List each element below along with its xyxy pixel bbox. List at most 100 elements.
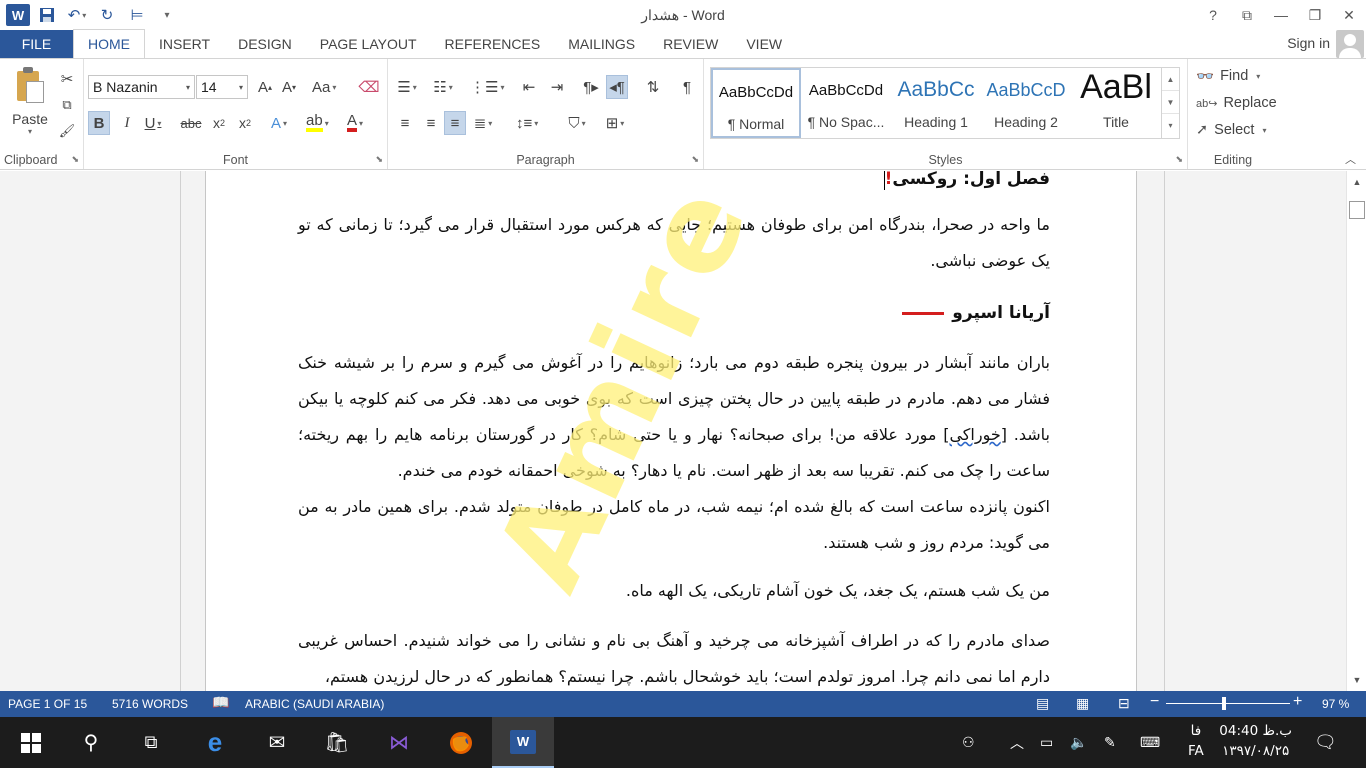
zoom-in-icon[interactable]: +	[1293, 693, 1302, 711]
zoom-slider-thumb[interactable]	[1222, 697, 1227, 710]
bold-button[interactable]: B	[88, 111, 110, 135]
volume-icon[interactable]: 🔈	[1070, 717, 1087, 768]
pen-icon[interactable]: ✎	[1104, 717, 1116, 768]
superscript-button[interactable]: x2	[234, 111, 256, 135]
replace-button[interactable]: ab↪ Replace	[1196, 92, 1277, 114]
scroll-thumb[interactable]	[1349, 201, 1365, 219]
shading-icon[interactable]: ⛉ ▾	[566, 111, 588, 135]
align-center-icon[interactable]: ≡	[420, 111, 442, 135]
tab-page-layout[interactable]: PAGE LAYOUT	[306, 30, 431, 58]
body-paragraph-2[interactable]: اکنون پانزده ساعت است که بالغ شده ام؛ نی…	[298, 489, 1050, 561]
ltr-direction-icon[interactable]: ¶▸	[580, 75, 602, 99]
keyboard-icon[interactable]: ⌨	[1140, 717, 1160, 768]
input-language[interactable]: فا FA	[1188, 721, 1204, 761]
style-heading-1[interactable]: AaBbCc Heading 1	[891, 68, 981, 138]
font-name-select[interactable]: B Nazanin ▾	[88, 75, 195, 99]
undo-icon[interactable]: ↶ ▾	[64, 3, 90, 27]
edge-browser-icon[interactable]: e	[184, 717, 246, 768]
find-button[interactable]: 👓 Find ▾	[1196, 65, 1260, 87]
tab-file[interactable]: FILE	[0, 30, 73, 58]
clipboard-launcher-icon[interactable]: ⬊	[71, 154, 79, 165]
underline-button[interactable]: U ▾	[142, 111, 164, 135]
save-icon[interactable]	[34, 3, 60, 27]
justify-icon[interactable]: ≣ ▾	[472, 111, 494, 135]
style-no-spacing[interactable]: AaBbCcDd ¶ No Spac...	[801, 68, 891, 138]
sign-in-link[interactable]: Sign in	[1287, 35, 1330, 51]
shrink-font-icon[interactable]: A ▾	[278, 75, 300, 99]
battery-icon[interactable]: ▭	[1040, 717, 1053, 768]
highlight-color-icon[interactable]: ab ▾	[306, 111, 329, 135]
system-clock[interactable]: 04:40 ب.ظ ۱۳۹۷/۰۸/۲۵	[1219, 721, 1292, 761]
collapse-ribbon-icon[interactable]: ︿	[1345, 151, 1356, 167]
styles-up-icon[interactable]: ▲	[1162, 68, 1179, 91]
store-icon[interactable]: 🛍	[306, 717, 368, 768]
borders-icon[interactable]: ⊞ ▾	[604, 111, 626, 135]
tab-home[interactable]: HOME	[73, 29, 145, 58]
font-color-icon[interactable]: A ▾	[344, 111, 366, 135]
read-mode-icon[interactable]: ▤	[1036, 695, 1049, 712]
tab-review[interactable]: REVIEW	[649, 30, 732, 58]
proofing-icon[interactable]: 📖	[212, 694, 229, 711]
search-icon[interactable]: ⚲	[60, 717, 122, 768]
word-taskbar-icon[interactable]: W	[492, 717, 554, 768]
task-view-icon[interactable]: ⧉	[120, 717, 182, 768]
document-area[interactable]: فصل اول: روکسی! ما واحه در صحرا، بندرگاه…	[0, 171, 1346, 691]
change-case-icon[interactable]: Aa ▾	[312, 75, 336, 99]
paste-button[interactable]: Paste ▾	[8, 67, 52, 136]
body-paragraph-3[interactable]: من یک شب هستم، یک جغد، یک خون آشام تاریک…	[298, 573, 1050, 609]
increase-indent-icon[interactable]: ⇥	[546, 75, 568, 99]
paragraph-launcher-icon[interactable]: ⬊	[691, 154, 699, 165]
tab-view[interactable]: VIEW	[732, 30, 796, 58]
epigraph-paragraph[interactable]: ما واحه در صحرا، بندرگاه امن برای طوفان …	[298, 207, 1050, 279]
subscript-button[interactable]: x2	[208, 111, 230, 135]
styles-down-icon[interactable]: ▼	[1162, 91, 1179, 114]
firefox-icon[interactable]	[430, 717, 492, 768]
zoom-level[interactable]: 97 %	[1322, 697, 1349, 711]
font-launcher-icon[interactable]: ⬊	[375, 154, 383, 165]
web-layout-icon[interactable]: ⊟	[1118, 695, 1130, 712]
help-icon[interactable]: ?	[1196, 0, 1230, 30]
style-normal[interactable]: AaBbCcDd ¶ Normal	[711, 68, 801, 138]
spelling-error-word[interactable]: خوراکی	[949, 425, 1000, 444]
visual-studio-icon[interactable]: ⋈	[368, 717, 430, 768]
styles-more-icon[interactable]: ▾	[1162, 114, 1179, 137]
rtl-direction-icon[interactable]: ◂¶	[606, 75, 628, 99]
avatar[interactable]	[1336, 30, 1364, 58]
numbering-icon[interactable]: ☷ ▾	[432, 75, 454, 99]
italic-button[interactable]: I	[116, 111, 138, 135]
document-page[interactable]: فصل اول: روکسی! ما واحه در صحرا، بندرگاه…	[205, 171, 1137, 691]
minimize-button[interactable]: —	[1264, 0, 1298, 30]
decrease-indent-icon[interactable]: ⇤	[518, 75, 540, 99]
print-layout-icon[interactable]: ▦	[1076, 695, 1089, 712]
zoom-out-icon[interactable]: −	[1150, 693, 1159, 711]
style-title[interactable]: AaBl Title	[1071, 68, 1161, 138]
action-center-icon[interactable]: 🗨	[1314, 717, 1337, 768]
windows-start-icon[interactable]	[0, 717, 62, 768]
styles-scroll[interactable]: ▲ ▼ ▾	[1161, 68, 1179, 138]
select-button[interactable]: ➚ Select ▾	[1196, 119, 1266, 141]
multilevel-list-icon[interactable]: ⋮☰ ▾	[470, 75, 504, 99]
bullets-icon[interactable]: ☰ ▾	[396, 75, 418, 99]
restore-button[interactable]: ❐	[1298, 0, 1332, 30]
tab-mailings[interactable]: MAILINGS	[554, 30, 649, 58]
close-button[interactable]: ✕	[1332, 0, 1366, 30]
copy-icon[interactable]: ⧉	[56, 93, 78, 117]
grow-font-icon[interactable]: A ▴	[254, 75, 276, 99]
touch-mode-icon[interactable]: ⊨	[124, 3, 150, 27]
clear-formatting-icon[interactable]: ⌫	[358, 75, 380, 99]
scroll-up-icon[interactable]: ▲	[1347, 173, 1366, 191]
zoom-slider[interactable]	[1166, 703, 1290, 704]
language-indicator[interactable]: ARABIC (SAUDI ARABIA)	[245, 697, 384, 711]
strikethrough-button[interactable]: abc	[180, 111, 202, 135]
show-formatting-marks-icon[interactable]: ¶	[676, 75, 698, 99]
body-paragraph-4[interactable]: صدای مادرم را که در اطراف آشپزخانه می چر…	[298, 623, 1050, 691]
customize-qat-icon[interactable]: ▾	[154, 3, 180, 27]
cut-icon[interactable]: ✂	[56, 67, 78, 91]
line-spacing-icon[interactable]: ↕≡ ▾	[516, 111, 538, 135]
show-hidden-icons-icon[interactable]: ︿	[1010, 717, 1024, 768]
redo-icon[interactable]: ↻	[94, 3, 120, 27]
scroll-down-icon[interactable]: ▼	[1347, 671, 1366, 689]
font-size-select[interactable]: 14 ▾	[196, 75, 248, 99]
tab-design[interactable]: DESIGN	[224, 30, 306, 58]
align-left-icon[interactable]: ≡	[394, 111, 416, 135]
